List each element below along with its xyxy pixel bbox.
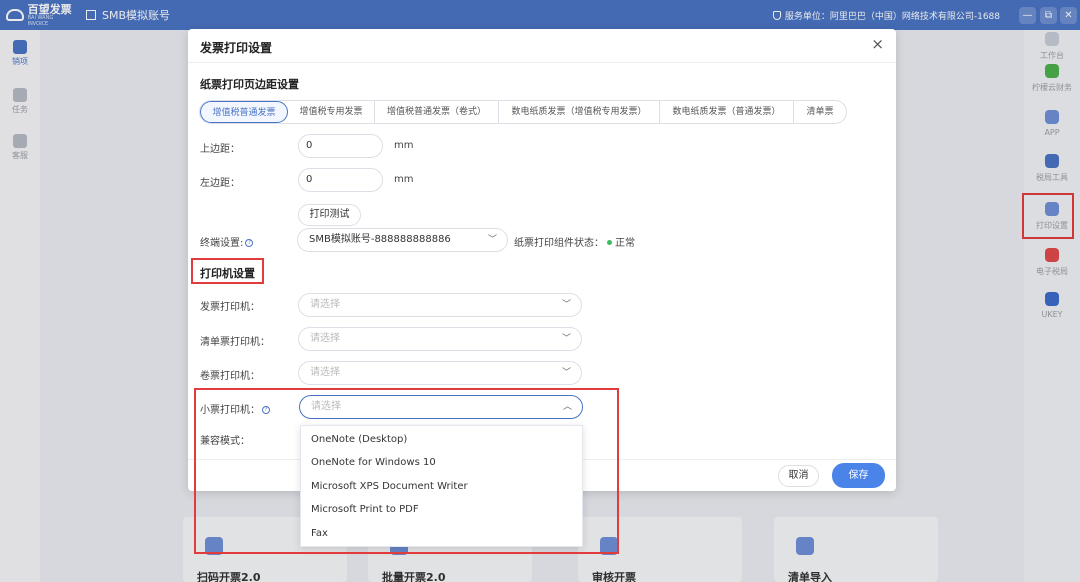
cancel-button[interactable]: 取消 bbox=[778, 465, 819, 487]
chevron-down-icon: ﹀ bbox=[561, 368, 571, 378]
chevron-down-icon: ﹀ bbox=[561, 334, 571, 344]
save-button[interactable]: 保存 bbox=[832, 463, 885, 488]
divider bbox=[188, 62, 896, 63]
roll-printer-label: 卷票打印机： bbox=[200, 371, 260, 382]
tab-special-vat[interactable]: 增值税专用发票 bbox=[288, 101, 375, 123]
tab-general-vat[interactable]: 增值税普通发票 bbox=[200, 101, 288, 123]
select-placeholder: 请选择 bbox=[310, 333, 340, 344]
section-margin-title: 纸票打印页边距设置 bbox=[200, 78, 299, 91]
top-margin-label: 上边距： bbox=[200, 144, 240, 155]
chevron-down-icon: ﹀ bbox=[561, 300, 571, 310]
close-icon[interactable]: × bbox=[871, 37, 884, 52]
left-margin-label: 左边距： bbox=[200, 178, 240, 189]
status-dot-icon bbox=[607, 240, 612, 245]
invoice-printer-select[interactable]: 请选择 ﹀ bbox=[298, 293, 582, 317]
top-margin-input[interactable]: 0 bbox=[298, 134, 383, 158]
help-icon[interactable]: ? bbox=[245, 239, 254, 247]
terminal-label-text: 终端设置: bbox=[200, 238, 244, 249]
top-margin-unit: mm bbox=[394, 140, 414, 151]
terminal-select[interactable]: SMB模拟账号-888888888886 ﹀ bbox=[297, 228, 508, 252]
list-printer-label: 清单票打印机： bbox=[200, 337, 270, 348]
print-test-button[interactable]: 打印测试 bbox=[298, 204, 361, 226]
component-status: 纸票打印组件状态： 正常 bbox=[514, 234, 635, 249]
select-placeholder: 请选择 bbox=[310, 367, 340, 378]
chevron-down-icon: ﹀ bbox=[487, 235, 497, 245]
tab-roll-vat[interactable]: 增值税普通发票（卷式） bbox=[375, 101, 499, 123]
invoice-type-tabs: 增值税普通发票 增值税专用发票 增值税普通发票（卷式） 数电纸质发票（增值税专用… bbox=[199, 100, 847, 124]
tab-digital-general[interactable]: 数电纸质发票（普通发票） bbox=[660, 101, 794, 123]
terminal-select-value: SMB模拟账号-888888888886 bbox=[309, 234, 451, 245]
component-status-value: 正常 bbox=[615, 238, 635, 249]
tab-list-invoice[interactable]: 清单票 bbox=[794, 101, 846, 123]
select-placeholder: 请选择 bbox=[310, 299, 340, 310]
left-margin-input[interactable]: 0 bbox=[298, 168, 383, 192]
terminal-label: 终端设置:? bbox=[200, 234, 254, 249]
tab-digital-special[interactable]: 数电纸质发票（增值税专用发票） bbox=[499, 101, 660, 123]
dialog-title: 发票打印设置 bbox=[200, 41, 273, 55]
highlight-printer-section bbox=[191, 258, 264, 284]
highlight-receipt-printer bbox=[194, 388, 619, 554]
roll-printer-select[interactable]: 请选择 ﹀ bbox=[298, 361, 582, 385]
list-printer-select[interactable]: 请选择 ﹀ bbox=[298, 327, 582, 351]
component-status-label: 纸票打印组件状态： bbox=[514, 238, 604, 249]
invoice-printer-label: 发票打印机： bbox=[200, 302, 260, 313]
left-margin-unit: mm bbox=[394, 174, 414, 185]
